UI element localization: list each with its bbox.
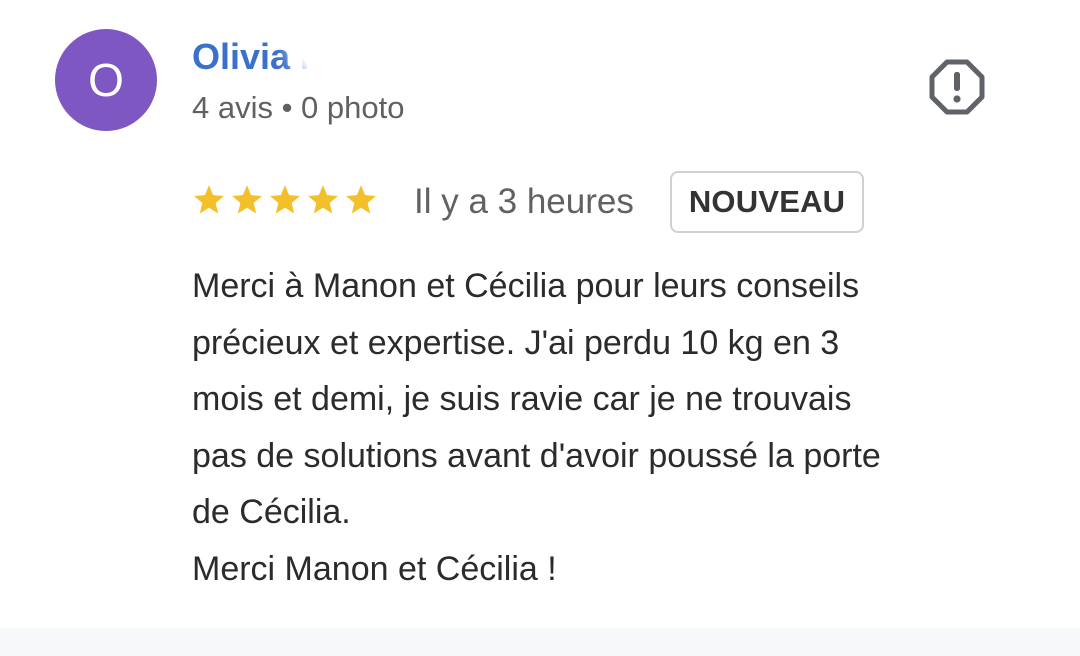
avatar[interactable]: O <box>55 29 157 131</box>
star-icon <box>306 183 340 222</box>
star-icon <box>268 183 302 222</box>
review-time: Il y a 3 heures <box>414 182 634 221</box>
avatar-initial: O <box>88 54 124 106</box>
star-icon <box>344 183 378 222</box>
redaction-blur <box>300 18 505 74</box>
next-section-divider <box>0 628 1080 656</box>
author-stats: 4 avis • 0 photo <box>192 90 405 125</box>
star-icon <box>230 183 264 222</box>
new-badge: NOUVEAU <box>669 171 865 233</box>
review-text: Merci à Manon et Cécilia pour leurs cons… <box>192 267 881 588</box>
report-icon[interactable] <box>929 59 985 115</box>
star-rating <box>192 183 378 222</box>
star-icon <box>192 183 226 222</box>
rating-row: Il y a 3 heures NOUVEAU <box>192 170 865 234</box>
review-card: O Olivia N 4 avis • 0 photo Il y a 3 heu… <box>0 0 1080 628</box>
